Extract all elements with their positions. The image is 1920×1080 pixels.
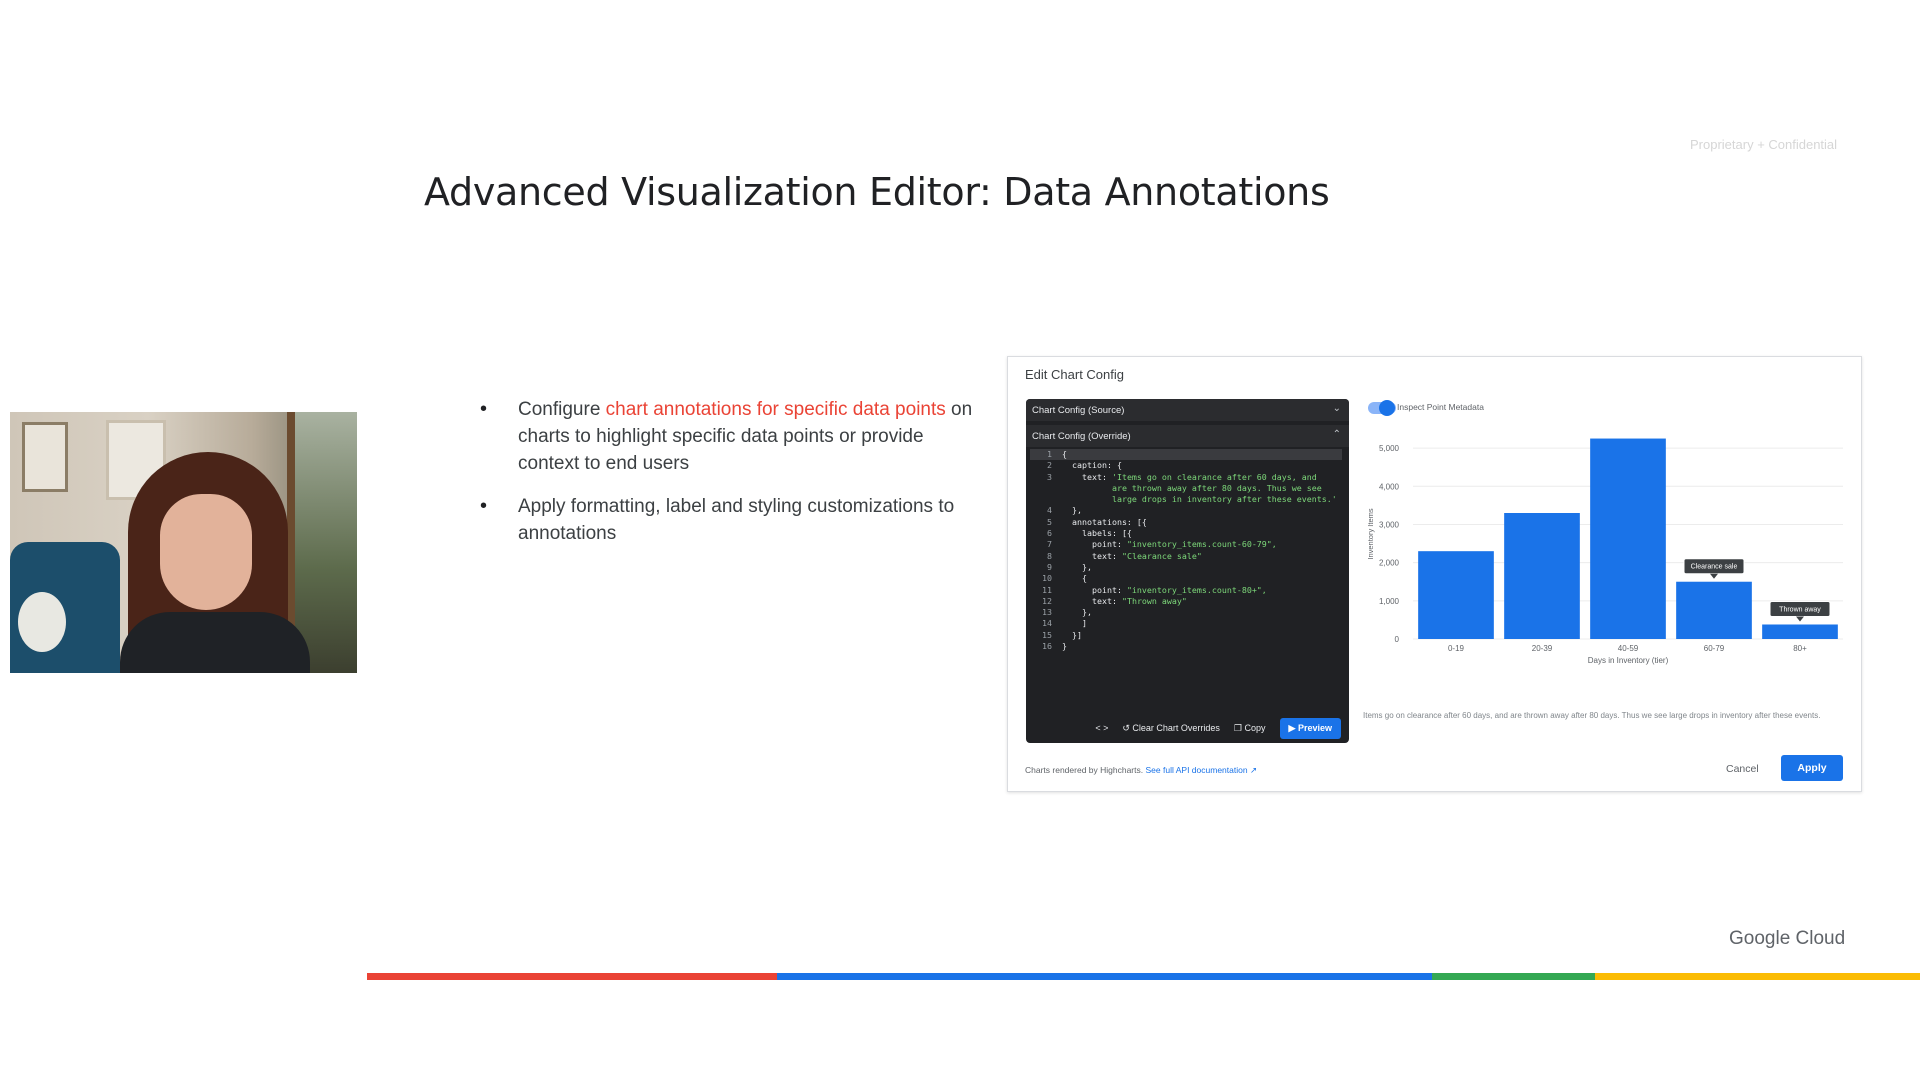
annotation-pointer [1796, 616, 1804, 622]
y-tick-label: 5,000 [1379, 444, 1400, 453]
y-tick-label: 0 [1395, 635, 1400, 644]
copy-button[interactable]: ❐ Copy [1234, 723, 1266, 734]
annotation-label: Thrown away [1779, 606, 1821, 613]
history-icon: ↺ [1122, 722, 1130, 733]
color-bar-green [1432, 973, 1595, 980]
code-line: 12 text: "Thrown away" [1042, 595, 1187, 606]
bar-chart: 0 1,000 2,000 3,000 4,000 5,000 0-19 20-39 40-59… [1366, 438, 1843, 665]
code-line: 6 labels: [{ [1047, 528, 1132, 539]
color-bar-blue [777, 973, 1432, 980]
x-tick-label: 40-59 [1618, 644, 1639, 653]
bullet-list: Configure chart annotations for specific… [480, 396, 980, 563]
inspect-metadata-toggle[interactable] [1368, 400, 1396, 416]
brand-color-bar [367, 973, 1920, 980]
play-icon: ▶ [1288, 722, 1296, 733]
bar [1590, 438, 1666, 639]
bar [1504, 513, 1580, 639]
code-line: 14 ] [1042, 618, 1087, 629]
code-panel: Chart Config (Source) ⌄ Chart Config (Ov… [1026, 399, 1349, 743]
clear-overrides-button[interactable]: ↺ Clear Chart Overrides [1122, 723, 1220, 734]
x-axis-label: Days in Inventory (tier) [1588, 656, 1669, 665]
annotation-pointer [1710, 573, 1718, 579]
annotation-label: Clearance sale [1691, 564, 1738, 571]
y-tick-label: 3,000 [1379, 520, 1400, 529]
copy-icon: ❐ [1233, 722, 1242, 733]
y-tick-label: 2,000 [1379, 559, 1400, 568]
external-link-icon: ↗ [1249, 765, 1258, 775]
code-line: 15 }] [1042, 629, 1082, 640]
code-line: 2 caption: { [1047, 460, 1122, 471]
color-bar-red [367, 973, 777, 980]
confidential-label: Proprietary + Confidential [1690, 137, 1838, 152]
edit-chart-config-dialog: Edit Chart Config Chart Config (Source) … [1007, 356, 1862, 792]
y-axis-label: Inventory Items [1366, 508, 1375, 560]
x-tick-label: 0-19 [1448, 644, 1465, 653]
y-tick-label: 4,000 [1379, 482, 1400, 491]
apply-button[interactable]: Apply [1781, 755, 1843, 781]
y-tick-label: 1,000 [1379, 597, 1400, 606]
webcam-video [10, 412, 357, 673]
inspect-metadata-label: Inspect Point Metadata [1397, 402, 1484, 412]
code-toggle-icon[interactable]: < > [1095, 723, 1108, 733]
bar [1762, 624, 1838, 639]
code-line: 1{ [1030, 449, 1342, 461]
chart-preview: 0 1,000 2,000 3,000 4,000 5,000 0-19 20-39 40-59… [1363, 419, 1853, 679]
code-line: 11 point: "inventory_items.count-80+", [1042, 584, 1267, 595]
code-line: 16} [1042, 641, 1067, 652]
chart-caption: Items go on clearance after 60 days, and… [1363, 711, 1821, 720]
preview-button[interactable]: ▶ Preview [1279, 717, 1341, 739]
code-line: 3 text: 'Items go on clearance after 60 … [1047, 471, 1317, 482]
code-line: large drops in inventory after these eve… [1111, 494, 1337, 505]
override-config-header[interactable]: Chart Config (Override) ⌃ [1026, 425, 1349, 447]
bar [1418, 551, 1494, 639]
chevron-down-icon[interactable]: ⌄ [1333, 403, 1341, 414]
api-docs-link[interactable]: See full API documentation [1146, 765, 1248, 775]
color-bar-yellow [1595, 973, 1920, 980]
x-tick-label: 60-79 [1704, 644, 1725, 653]
source-config-header[interactable]: Chart Config (Source) ⌄ [1026, 399, 1349, 421]
slide-title: Advanced Visualization Editor: Data Anno… [424, 170, 1330, 214]
code-editor[interactable]: 1{2 caption: {3 text: 'Items go on clear… [1030, 449, 1342, 652]
code-line: 10 { [1042, 573, 1087, 584]
code-line: 13 }, [1042, 607, 1092, 618]
code-line: 8 text: "Clearance sale" [1047, 550, 1202, 561]
x-tick-label: 80+ [1793, 644, 1807, 653]
code-line: 4 }, [1047, 505, 1082, 516]
x-tick-label: 20-39 [1532, 644, 1553, 653]
code-line: 5 annotations: [{ [1047, 516, 1147, 527]
chevron-up-icon[interactable]: ⌃ [1333, 429, 1341, 440]
code-line: 9 }, [1047, 561, 1092, 572]
dialog-title: Edit Chart Config [1025, 367, 1124, 382]
bullet-item: Configure chart annotations for specific… [480, 396, 980, 477]
code-line: are thrown away after 80 days. Thus we s… [1111, 482, 1322, 493]
bar [1676, 581, 1752, 639]
highcharts-note: Charts rendered by Highcharts. See full … [1025, 765, 1258, 775]
google-cloud-logo: Google Cloud [1729, 928, 1846, 949]
bullet-item: Apply formatting, label and styling cust… [480, 493, 980, 547]
code-toolbar: < > ↺ Clear Chart Overrides ❐ Copy ▶ Pre… [1026, 713, 1349, 743]
cancel-button[interactable]: Cancel [1726, 763, 1759, 775]
code-line: 7 point: "inventory_items.count-60-79", [1047, 539, 1277, 550]
